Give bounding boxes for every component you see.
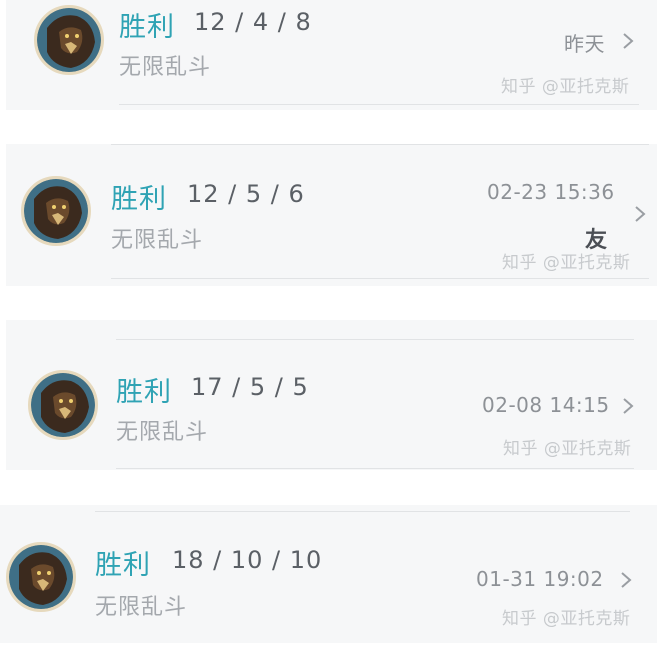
match-result: 胜利 xyxy=(95,550,151,581)
match-result: 胜利 xyxy=(119,12,175,43)
divider xyxy=(95,511,630,512)
chevron-right-icon xyxy=(621,572,632,588)
watermark: 知乎 @亚托克斯 xyxy=(502,609,631,629)
match-item[interactable]: 胜利 12 / 5 / 6 无限乱斗 02-23 15:36 友 知乎 @亚托克… xyxy=(6,144,657,286)
watermark: 知乎 @亚托克斯 xyxy=(503,439,632,459)
match-time: 01-31 19:02 xyxy=(476,567,604,591)
match-kda: 17 / 5 / 5 xyxy=(191,373,309,401)
match-result: 胜利 xyxy=(116,377,172,408)
match-mode: 无限乱斗 xyxy=(95,595,188,620)
match-result: 胜利 xyxy=(111,184,167,215)
champion-avatar-icon xyxy=(34,5,104,75)
match-item[interactable]: 胜利 17 / 5 / 5 无限乱斗 02-08 14:15 知乎 @亚托克斯 xyxy=(6,320,657,470)
match-kda: 18 / 10 / 10 xyxy=(172,546,323,574)
match-item[interactable]: 胜利 18 / 10 / 10 无限乱斗 01-31 19:02 知乎 @亚托克… xyxy=(0,505,657,643)
match-time: 02-23 15:36 xyxy=(487,180,615,204)
champion-avatar-icon xyxy=(21,176,91,246)
divider xyxy=(119,104,639,105)
chevron-right-icon xyxy=(635,206,646,222)
match-mode: 无限乱斗 xyxy=(116,420,209,445)
match-mode: 无限乱斗 xyxy=(119,55,212,80)
match-time: 02-08 14:15 xyxy=(482,393,610,417)
match-time: 昨天 xyxy=(564,32,605,56)
match-mode: 无限乱斗 xyxy=(111,228,204,253)
divider xyxy=(116,468,634,469)
watermark: 知乎 @亚托克斯 xyxy=(502,253,631,273)
match-kda: 12 / 4 / 8 xyxy=(194,8,312,36)
champion-avatar-icon xyxy=(28,370,98,440)
divider xyxy=(111,144,649,145)
champion-avatar-icon xyxy=(6,542,76,612)
chevron-right-icon xyxy=(623,398,634,414)
match-history-list: 胜利 12 / 4 / 8 无限乱斗 昨天 知乎 @亚托克斯 胜利 12 / 5… xyxy=(0,0,663,652)
match-kda: 12 / 5 / 6 xyxy=(187,180,305,208)
watermark: 知乎 @亚托克斯 xyxy=(501,77,630,97)
match-item[interactable]: 胜利 12 / 4 / 8 无限乱斗 昨天 知乎 @亚托克斯 xyxy=(6,0,657,110)
divider xyxy=(111,278,649,279)
divider xyxy=(116,339,634,340)
chevron-right-icon xyxy=(623,33,634,49)
